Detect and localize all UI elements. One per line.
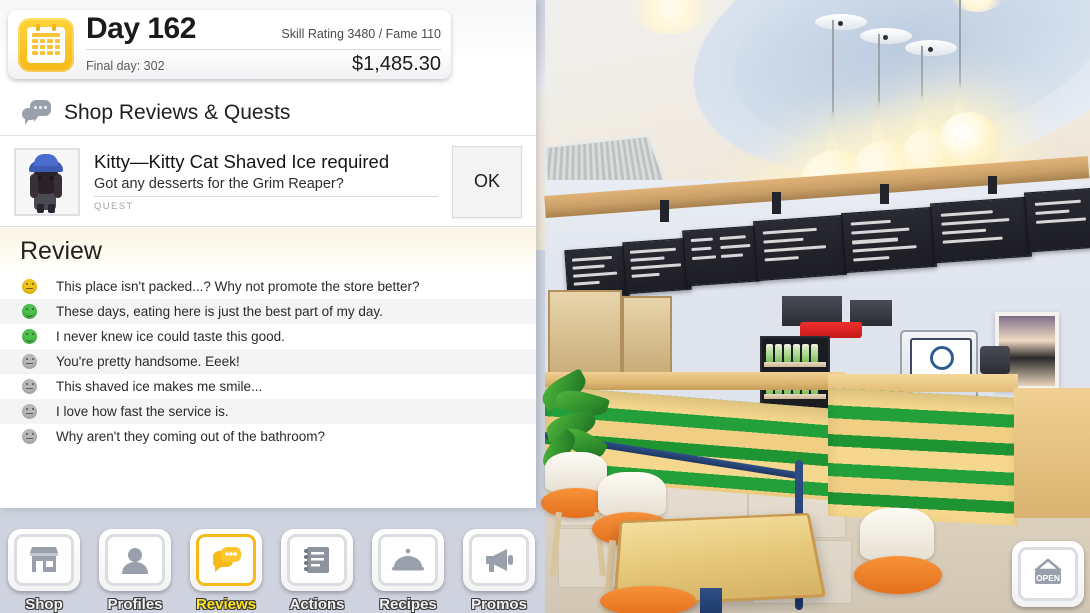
light-mount <box>815 14 867 30</box>
light-mount <box>860 28 912 44</box>
chair-seat <box>600 586 696 613</box>
game-screen: Day 162 Skill Rating 3480 / Fame 110 Fin… <box>0 0 1090 613</box>
quest-row[interactable]: Kitty—Kitty Cat Shaved Ice required Got … <box>0 137 536 227</box>
cloche-icon <box>378 534 438 586</box>
review-text: You're pretty handsome. Eeek! <box>56 354 240 369</box>
board-bracket <box>988 176 997 194</box>
neutral-face-icon <box>22 429 37 444</box>
skill-fame-label: Skill Rating 3480 / Fame 110 <box>281 26 441 41</box>
review-row: Why aren't they coming out of the bathro… <box>0 424 536 449</box>
quest-subtitle: Got any desserts for the Grim Reaper? <box>94 176 438 197</box>
menu-board <box>753 214 847 282</box>
section-title: Shop Reviews & Quests <box>64 100 291 124</box>
happy-face-icon <box>22 304 37 319</box>
light-mount <box>905 40 957 56</box>
nav-item-reviews[interactable]: Reviews <box>184 529 268 613</box>
review-list: This place isn't packed...? Why not prom… <box>0 274 536 508</box>
notebook-icon <box>287 534 347 586</box>
money-value: $1,485.30 <box>352 52 441 75</box>
person-icon <box>105 534 165 586</box>
final-day-label: Final day: 302 <box>86 58 165 73</box>
nav-item-actions[interactable]: Actions <box>275 529 359 613</box>
board-bracket <box>660 200 669 222</box>
review-row: I never knew ice could taste this good. <box>0 324 536 349</box>
nav-label: Recipes <box>379 596 437 613</box>
review-text: Why aren't they coming out of the bathro… <box>56 429 325 444</box>
nav-item-shop[interactable]: Shop <box>2 529 86 613</box>
svg-text:OPEN: OPEN <box>1036 573 1060 583</box>
day-status-card: Day 162 Skill Rating 3480 / Fame 110 Fin… <box>8 10 451 79</box>
menu-board <box>622 237 692 295</box>
quest-tag: QUEST <box>94 200 134 212</box>
review-row: I love how fast the service is. <box>0 399 536 424</box>
calendar-icon <box>18 17 74 72</box>
neutral-face-icon <box>22 404 37 419</box>
nav-label: Profiles <box>107 596 163 613</box>
review-row: This shaved ice makes me smile... <box>0 374 536 399</box>
day-title: Day 162 <box>86 11 196 45</box>
nav-label: Reviews <box>195 596 257 613</box>
review-heading-label: Review <box>20 236 102 265</box>
storefront-icon <box>14 534 74 586</box>
quest-title: Kitty—Kitty Cat Shaved Ice required <box>94 151 390 173</box>
counter-base <box>545 372 845 390</box>
happy-face-icon <box>22 329 37 344</box>
nav-item-recipes[interactable]: Recipes <box>366 529 450 613</box>
review-text: This shaved ice makes me smile... <box>56 379 263 394</box>
pendant-cord <box>832 20 834 125</box>
menu-board <box>1023 187 1090 253</box>
review-text: I never knew ice could taste this good. <box>56 329 285 344</box>
neutral-face-icon <box>22 379 37 394</box>
pendant-cord <box>959 0 961 92</box>
section-header: Shop Reviews & Quests <box>0 90 536 136</box>
speech-bubbles-icon <box>22 99 52 126</box>
review-row: You're pretty handsome. Eeek! <box>0 349 536 374</box>
counter-side <box>1014 388 1090 518</box>
nav-item-promos[interactable]: Promos <box>457 529 541 613</box>
review-heading: Review <box>0 228 536 274</box>
review-text: These days, eating here is just the best… <box>56 304 383 319</box>
megaphone-icon <box>469 534 529 586</box>
review-text: I love how fast the service is. <box>56 404 229 419</box>
wall-shelf <box>622 296 672 376</box>
review-text: This place isn't packed...? Why not prom… <box>56 279 420 294</box>
open-sign-icon: OPEN <box>1018 547 1078 601</box>
menu-board <box>841 206 937 274</box>
nav-tile <box>190 529 262 591</box>
speech-bubble-icon <box>196 534 256 586</box>
neutral-face-icon <box>22 354 37 369</box>
ok-button[interactable]: OK <box>452 145 522 218</box>
board-bracket <box>772 192 781 214</box>
review-row: This place isn't packed...? Why not prom… <box>0 274 536 299</box>
bottom-navigation: Shop Profiles Reviews Actions Recipes Promos <box>0 508 545 613</box>
nav-tile <box>372 529 444 591</box>
table-leg <box>700 588 722 613</box>
nav-tile <box>99 529 171 591</box>
menu-board <box>930 196 1032 264</box>
nav-label: Shop <box>25 596 63 613</box>
board-bracket <box>880 184 889 204</box>
wall-shelf <box>548 290 622 380</box>
counter-stripes <box>828 388 1018 526</box>
nav-tile <box>8 529 80 591</box>
counter-equipment <box>980 346 1010 374</box>
nav-tile <box>463 529 535 591</box>
neutral-face-icon <box>22 279 37 294</box>
nav-label: Actions <box>289 596 345 613</box>
review-row: These days, eating here is just the best… <box>0 299 536 324</box>
character-avatar <box>14 147 80 216</box>
nav-tile <box>281 529 353 591</box>
menu-board <box>682 225 760 287</box>
nav-label: Promos <box>471 596 527 613</box>
nav-item-profiles[interactable]: Profiles <box>93 529 177 613</box>
divider <box>86 48 441 50</box>
open-sign-button[interactable]: OPEN <box>1012 541 1084 607</box>
